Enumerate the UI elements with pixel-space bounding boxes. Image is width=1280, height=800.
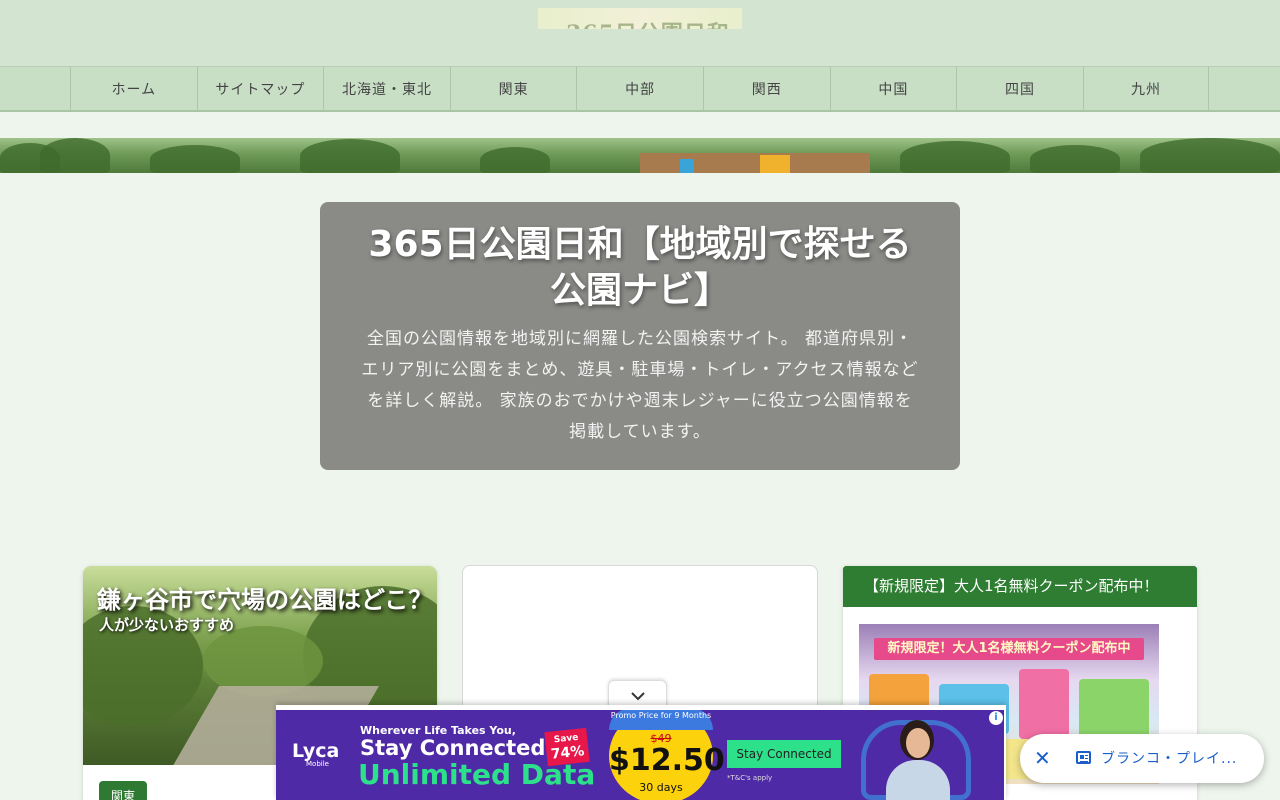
toc-icon bbox=[1076, 751, 1091, 764]
site-logo[interactable]: 365日公園日和 bbox=[538, 8, 742, 29]
floating-toc-label: ブランコ・プレイ... bbox=[1101, 751, 1238, 767]
header-banner-image bbox=[0, 138, 1280, 173]
article-thumb-title: 鎌ヶ谷市で穴場の公園はどこ？ bbox=[97, 585, 433, 614]
lyca-ad-banner[interactable]: Lyca Mobile Wherever Life Takes You, Sta… bbox=[276, 710, 1004, 800]
site-description: 全国の公園情報を地域別に網羅した公園検索サイト。 都道府県別・エリア別に公園をま… bbox=[361, 329, 919, 442]
terms-note: *T&C's apply bbox=[727, 774, 773, 782]
global-nav: ホーム サイトマップ 北海道・東北 関東 中部 関西 中国 四国 九州 bbox=[0, 66, 1280, 112]
category-badge[interactable]: 関東 bbox=[99, 781, 148, 800]
nav-item-3[interactable]: 関東 bbox=[449, 67, 577, 111]
nav-item-1[interactable]: サイトマップ bbox=[196, 67, 324, 111]
new-price: $12.50 bbox=[609, 743, 725, 778]
ad-info-icon[interactable]: i bbox=[989, 711, 1003, 725]
ad-headline: Stay Connected bbox=[360, 736, 546, 760]
site-title: 365日公園日和【地域別で探せる公園ナビ】 bbox=[368, 224, 912, 311]
bottom-anchor-ad: Lyca Mobile Wherever Life Takes You, Sta… bbox=[276, 705, 1006, 800]
hero-panel: 365日公園日和【地域別で探せる公園ナビ】 全国の公園情報を地域別に網羅した公園… bbox=[320, 202, 960, 470]
save-badge: Save 74% bbox=[544, 727, 590, 767]
site-header: 365日公園日和 bbox=[0, 0, 1280, 66]
nav-item-4[interactable]: 中部 bbox=[576, 67, 703, 111]
price-circle: Promo Price for 9 Months $49 $12.50 30 d… bbox=[609, 710, 725, 800]
nav-item-8[interactable]: 九州 bbox=[1082, 67, 1210, 111]
promo-label: Promo Price for 9 Months bbox=[609, 710, 713, 730]
site-logo-text: 365日公園日和 bbox=[566, 16, 730, 29]
coupon-ad-strip: 新規限定！大人1名様無料クーポン配布中 bbox=[874, 638, 1144, 660]
nav-item-0[interactable]: ホーム bbox=[70, 67, 197, 111]
ad-person-image bbox=[886, 720, 956, 800]
floating-toc-pill[interactable]: ✕ ブランコ・プレイ... bbox=[1020, 734, 1264, 783]
lyca-logo: Lyca Mobile bbox=[292, 740, 340, 768]
chevron-down-icon bbox=[630, 691, 645, 700]
nav-item-2[interactable]: 北海道・東北 bbox=[323, 67, 450, 111]
sidebar-widget-heading: 【新規限定】大人1名無料クーポン配布中！ bbox=[843, 566, 1197, 607]
stay-connected-button[interactable]: Stay Connected bbox=[727, 740, 841, 768]
nav-item-5[interactable]: 関西 bbox=[702, 67, 830, 111]
nav-item-6[interactable]: 中国 bbox=[829, 67, 957, 111]
article-thumb-subtitle: 人が少ないおすすめ bbox=[99, 616, 235, 634]
nav-item-7[interactable]: 四国 bbox=[956, 67, 1083, 111]
close-icon[interactable]: ✕ bbox=[1034, 747, 1051, 769]
price-duration: 30 days bbox=[639, 781, 683, 794]
